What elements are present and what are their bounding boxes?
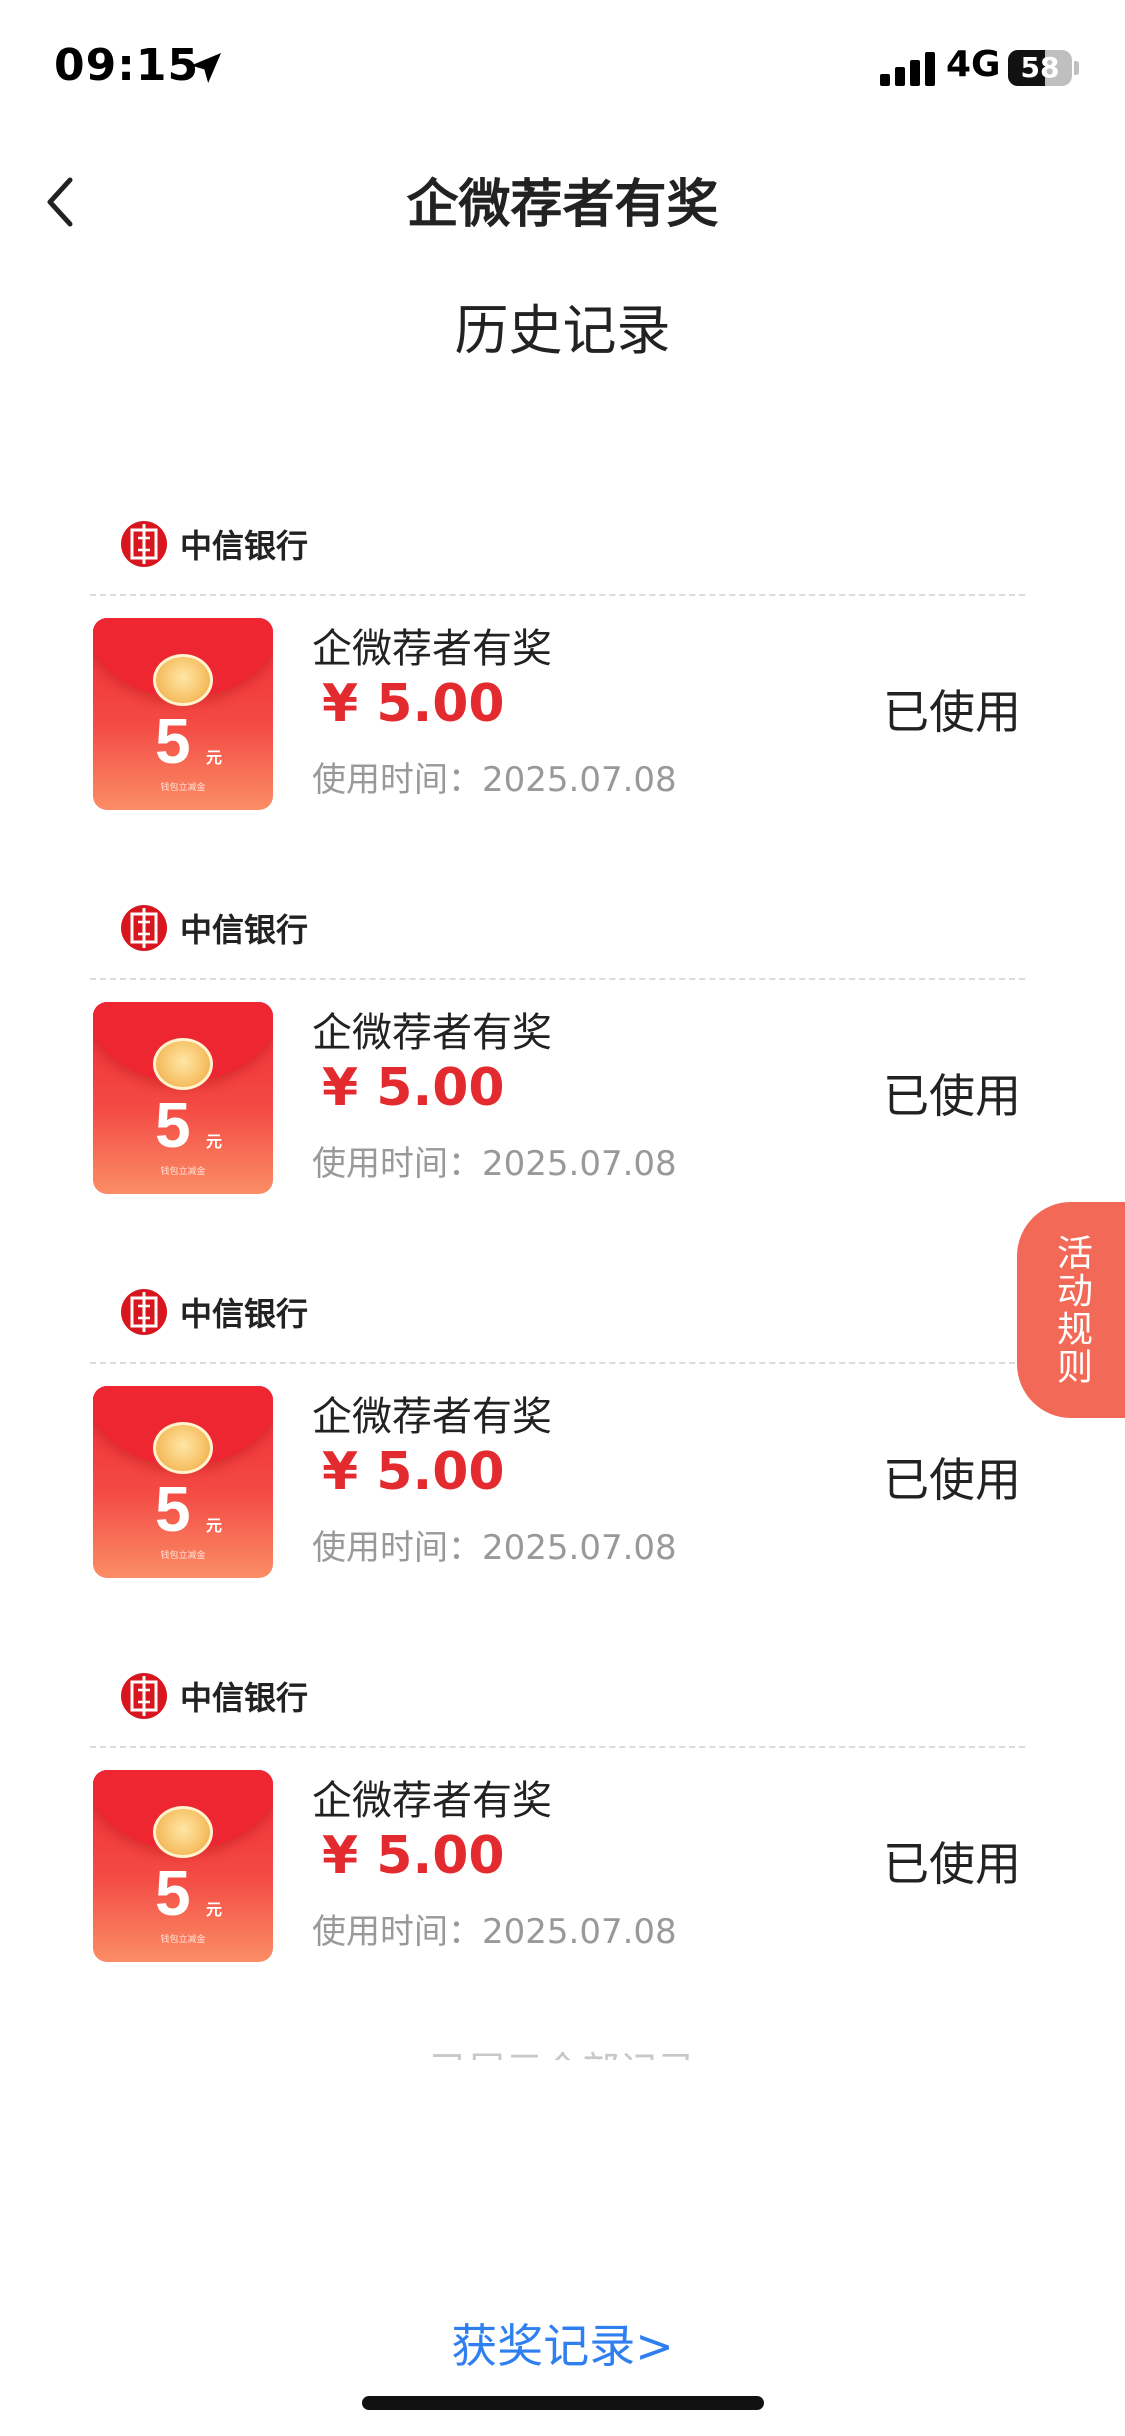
envelope-note: 钱包立减金 [160, 1551, 206, 1561]
divider [90, 594, 1025, 596]
status-label: 已使用 [883, 685, 1021, 739]
envelope-note: 钱包立减金 [160, 783, 206, 793]
envelope-note: 钱包立减金 [160, 1167, 206, 1177]
bank-name: 中信银行 [180, 527, 309, 565]
red-envelope-image: 5 元 钱包立减金 [93, 618, 273, 810]
divider [90, 978, 1025, 980]
reward-amount: ¥ 5.00 [322, 1058, 505, 1118]
record-card[interactable]: 中信银行 5 元 钱包立减金 企微荐者有奖 ¥ 5.00 使用时间：2025.0… [90, 516, 1025, 836]
envelope-unit: 元 [206, 748, 223, 767]
location-arrow-icon [191, 53, 221, 83]
citic-bank-logo-icon [121, 905, 167, 951]
record-card[interactable]: 中信银行 5 元 钱包立减金 企微荐者有奖 ¥ 5.00 使用时间：2025.0… [90, 1668, 1025, 1988]
used-time: 使用时间：2025.07.08 [312, 1528, 677, 1568]
reward-amount: ¥ 5.00 [322, 674, 505, 734]
envelope-value: 5 [155, 1089, 191, 1161]
envelope-value: 5 [155, 1473, 191, 1545]
divider [90, 1362, 1025, 1364]
citic-bank-logo-icon [121, 521, 167, 567]
cellular-signal-icon [880, 52, 935, 86]
red-envelope-image: 5 元 钱包立减金 [93, 1386, 273, 1578]
coin-icon [153, 654, 213, 706]
red-envelope-image: 5 元 钱包立减金 [93, 1002, 273, 1194]
page-title: 企微荐者有奖 [406, 175, 719, 235]
bank-name: 中信银行 [180, 911, 309, 949]
award-records-link[interactable]: 获奖记录> [0, 2310, 1125, 2376]
network-type: 4G [946, 44, 1001, 85]
status-label: 已使用 [883, 1837, 1021, 1891]
coin-icon [153, 1806, 213, 1858]
bank-header: 中信银行 [120, 1668, 308, 1724]
used-time: 使用时间：2025.07.08 [312, 1144, 677, 1184]
bank-name: 中信银行 [180, 1679, 309, 1717]
reward-amount: ¥ 5.00 [322, 1442, 505, 1502]
record-card[interactable]: 中信银行 5 元 钱包立减金 企微荐者有奖 ¥ 5.00 使用时间：2025.0… [90, 900, 1025, 1220]
envelope-unit: 元 [206, 1516, 223, 1535]
used-time: 使用时间：2025.07.08 [312, 760, 677, 800]
envelope-unit: 元 [206, 1132, 223, 1151]
reward-amount: ¥ 5.00 [322, 1826, 505, 1886]
home-indicator [362, 2396, 764, 2410]
activity-rules-button[interactable]: 活动规则 [1017, 1202, 1125, 1418]
activity-rules-label: 活动规则 [1051, 1234, 1092, 1386]
citic-bank-logo-icon [121, 1289, 167, 1335]
coin-icon [153, 1422, 213, 1474]
divider [90, 1746, 1025, 1748]
reward-name: 企微荐者有奖 [312, 626, 552, 672]
bank-header: 中信银行 [120, 900, 308, 956]
record-card[interactable]: 中信银行 5 元 钱包立减金 企微荐者有奖 ¥ 5.00 使用时间：2025.0… [90, 1284, 1025, 1604]
citic-bank-logo-icon [121, 1673, 167, 1719]
envelope-unit: 元 [206, 1900, 223, 1919]
reward-name: 企微荐者有奖 [312, 1778, 552, 1824]
bank-header: 中信银行 [120, 1284, 308, 1340]
envelope-value: 5 [155, 705, 191, 777]
bank-name: 中信银行 [180, 1295, 309, 1333]
coin-icon [153, 1038, 213, 1090]
status-label: 已使用 [883, 1453, 1021, 1507]
status-label: 已使用 [883, 1069, 1021, 1123]
reward-name: 企微荐者有奖 [312, 1010, 552, 1056]
reward-name: 企微荐者有奖 [312, 1394, 552, 1440]
status-time: 09:15 [54, 40, 200, 91]
used-time: 使用时间：2025.07.08 [312, 1912, 677, 1952]
scroll-clip [0, 2060, 1125, 2130]
envelope-value: 5 [155, 1857, 191, 1929]
battery-icon: 58 [1008, 50, 1079, 86]
envelope-note: 钱包立减金 [160, 1935, 206, 1945]
battery-level: 58 [1020, 51, 1060, 84]
status-bar: 09:15 4G 58 [0, 0, 1125, 140]
bank-header: 中信银行 [120, 516, 308, 572]
section-title: 历史记录 [454, 299, 671, 362]
red-envelope-image: 5 元 钱包立减金 [93, 1770, 273, 1962]
